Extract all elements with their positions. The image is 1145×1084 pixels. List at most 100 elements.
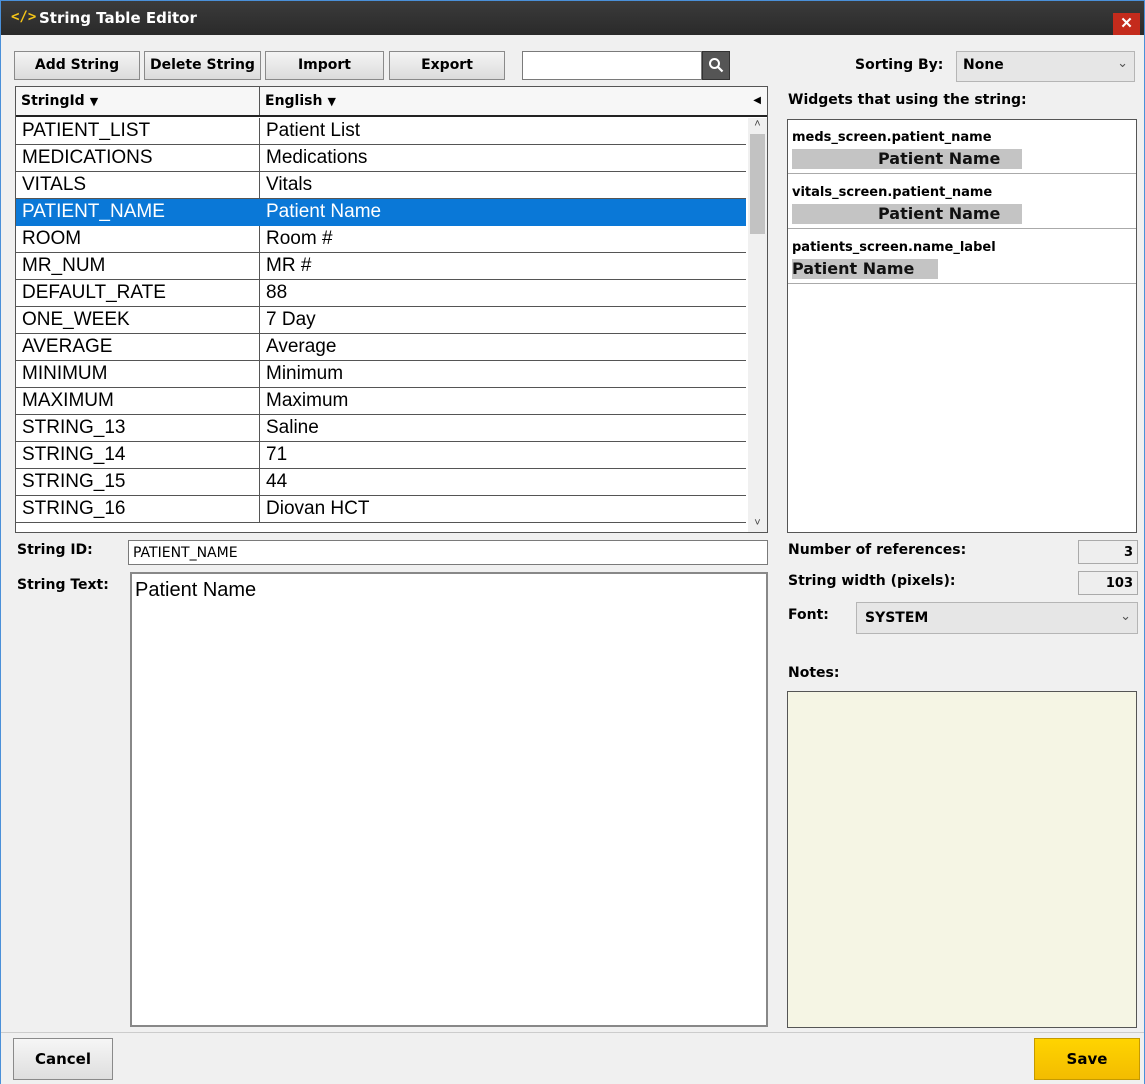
notes-textarea[interactable] [787, 691, 1137, 1028]
row-string-id: DEFAULT_RATE [16, 280, 260, 307]
row-string-id: MAXIMUM [16, 388, 260, 415]
chevron-down-icon: ⌄ [1120, 609, 1131, 624]
widget-path: vitals_screen.patient_name [792, 185, 993, 200]
delete-string-button[interactable]: Delete String [144, 51, 261, 80]
table-row[interactable]: STRING_16 Diovan HCT [16, 496, 746, 523]
row-english-text: Minimum [260, 361, 746, 388]
widget-item[interactable]: patients_screen.name_label Patient Name [788, 230, 1136, 284]
row-string-id: STRING_15 [16, 469, 260, 496]
table-row-selected[interactable]: PATIENT_NAME Patient Name [16, 199, 746, 226]
widget-path: meds_screen.patient_name [792, 130, 992, 145]
row-english-text: Saline [260, 415, 746, 442]
widget-item[interactable]: vitals_screen.patient_name Patient Name [788, 175, 1136, 229]
import-button[interactable]: Import [265, 51, 384, 80]
export-button[interactable]: Export [389, 51, 505, 80]
scroll-up-icon[interactable]: ˄ [748, 118, 767, 134]
string-id-value: PATIENT_NAME [133, 545, 238, 561]
table-row[interactable]: VITALS Vitals [16, 172, 746, 199]
sorting-value: None [963, 57, 1004, 73]
string-width-label: String width (pixels): [788, 573, 956, 589]
add-string-button[interactable]: Add String [14, 51, 140, 80]
table-row[interactable]: MEDICATIONS Medications [16, 145, 746, 172]
scroll-left-icon[interactable]: ◀ [753, 95, 761, 106]
references-value: 3 [1078, 540, 1138, 564]
references-label: Number of references: [788, 542, 967, 558]
widget-item[interactable]: meds_screen.patient_name Patient Name [788, 120, 1136, 174]
row-english-text: 7 Day [260, 307, 746, 334]
row-string-id: PATIENT_NAME [16, 199, 260, 226]
row-string-id: STRING_16 [16, 496, 260, 523]
table-row[interactable]: MAXIMUM Maximum [16, 388, 746, 415]
table-row[interactable]: PATIENT_LIST Patient List [16, 118, 746, 145]
string-text-area[interactable]: Patient Name [130, 572, 768, 1027]
table-row[interactable]: DEFAULT_RATE 88 [16, 280, 746, 307]
widgets-list: meds_screen.patient_name Patient Name vi… [787, 119, 1137, 533]
row-english-text: MR # [260, 253, 746, 280]
string-id-field[interactable]: PATIENT_NAME [128, 540, 768, 565]
row-english-text: 44 [260, 469, 746, 496]
row-string-id: MINIMUM [16, 361, 260, 388]
widget-preview: Patient Name [792, 204, 1022, 224]
row-english-text: Room # [260, 226, 746, 253]
font-label: Font: [788, 607, 829, 623]
row-string-id: AVERAGE [16, 334, 260, 361]
table-row[interactable]: STRING_15 44 [16, 469, 746, 496]
bottom-bar [1, 1032, 1144, 1084]
notes-label: Notes: [788, 665, 840, 681]
table-row[interactable]: ONE_WEEK 7 Day [16, 307, 746, 334]
string-text-label: String Text: [17, 577, 109, 593]
row-string-id: MEDICATIONS [16, 145, 260, 172]
sort-arrow-icon: ▼ [89, 95, 99, 108]
widget-path: patients_screen.name_label [792, 240, 996, 255]
magnifier-icon [709, 58, 724, 73]
font-value: SYSTEM [865, 610, 929, 626]
title-bar[interactable]: </> String Table Editor ✕ [1, 1, 1144, 35]
row-english-text: Patient List [260, 118, 746, 145]
row-english-text: Diovan HCT [260, 496, 746, 523]
widgets-header: Widgets that using the string: [788, 92, 1027, 108]
save-button[interactable]: Save [1034, 1038, 1140, 1080]
search-input[interactable] [522, 51, 702, 80]
table-header: StringId ▼ English ▼ ◀ [16, 87, 767, 117]
table-row[interactable]: MINIMUM Minimum [16, 361, 746, 388]
scrollbar-thumb[interactable] [750, 134, 765, 234]
table-scrollbar[interactable]: ˄ ˅ [748, 118, 767, 532]
close-button[interactable]: ✕ [1113, 13, 1140, 35]
scroll-down-icon[interactable]: ˅ [748, 517, 767, 532]
row-english-text: Patient Name [260, 199, 746, 226]
row-string-id: ROOM [16, 226, 260, 253]
row-string-id: STRING_14 [16, 442, 260, 469]
table-row[interactable]: STRING_14 71 [16, 442, 746, 469]
search-button[interactable] [702, 51, 730, 80]
table-row[interactable]: MR_NUM MR # [16, 253, 746, 280]
column-header-stringid-label: StringId [21, 93, 85, 109]
column-header-english[interactable]: English ▼ [260, 87, 748, 115]
chevron-down-icon: ⌄ [1117, 56, 1128, 71]
column-header-stringid[interactable]: StringId ▼ [16, 87, 260, 115]
window-title: String Table Editor [39, 9, 197, 27]
sort-arrow-icon: ▼ [327, 95, 336, 108]
widget-preview: Patient Name [792, 149, 1022, 169]
font-select[interactable]: SYSTEM ⌄ [856, 602, 1138, 634]
table-row[interactable]: AVERAGE Average [16, 334, 746, 361]
cancel-button[interactable]: Cancel [13, 1038, 113, 1080]
string-id-label: String ID: [17, 542, 93, 558]
row-english-text: 88 [260, 280, 746, 307]
column-header-english-label: English [265, 93, 323, 109]
string-table: StringId ▼ English ▼ ◀ PATIENT_LIST Patient… [15, 86, 768, 533]
row-string-id: ONE_WEEK [16, 307, 260, 334]
string-table-editor-window: </> String Table Editor ✕ Add String Del… [0, 0, 1145, 1084]
code-icon: </> [11, 9, 37, 25]
table-row[interactable]: STRING_13 Saline [16, 415, 746, 442]
row-english-text: Maximum [260, 388, 746, 415]
row-string-id: STRING_13 [16, 415, 260, 442]
string-text-value: Patient Name [135, 579, 257, 601]
row-string-id: PATIENT_LIST [16, 118, 260, 145]
row-english-text: Average [260, 334, 746, 361]
row-english-text: Medications [260, 145, 746, 172]
string-width-value: 103 [1078, 571, 1138, 595]
row-string-id: MR_NUM [16, 253, 260, 280]
sorting-select[interactable]: None ⌄ [956, 51, 1135, 82]
widget-preview: Patient Name [792, 259, 938, 279]
table-row[interactable]: ROOM Room # [16, 226, 746, 253]
